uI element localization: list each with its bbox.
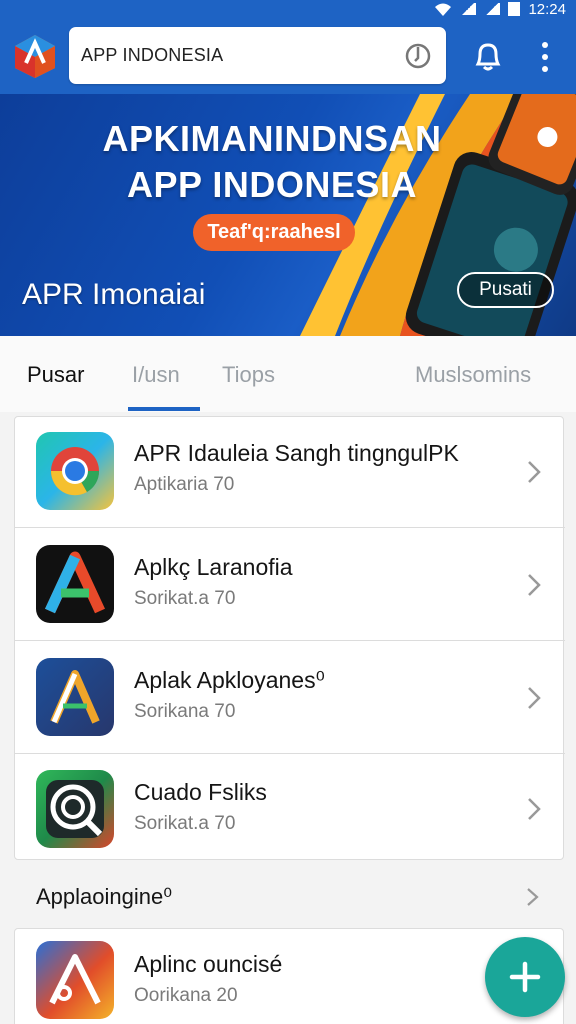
list-item[interactable]: Aplkç Laranofia Sorikat.a 70	[15, 528, 565, 641]
bell-icon[interactable]	[470, 38, 506, 74]
app-subtitle: Aptikaria 70	[134, 474, 235, 495]
search-icon[interactable]	[398, 36, 438, 76]
app-list: Aplinc ouncisé Oorikana 20	[14, 928, 564, 1024]
app-subtitle: Oorikana 20	[134, 985, 238, 1006]
add-button[interactable]	[485, 937, 565, 1017]
app-list: APR Idauleia Sangh tingngulPK Aptikaria …	[14, 416, 565, 861]
section-title: Applaoingine⁰	[36, 884, 173, 909]
section-header[interactable]: Applaoingine⁰	[0, 868, 576, 924]
chevron-right-icon	[528, 574, 541, 596]
banner-title-line2: APP INDONESIA	[127, 164, 417, 205]
banner-button[interactable]: Pusati	[457, 272, 554, 308]
app-logo[interactable]	[13, 33, 57, 79]
app-subtitle: Sorikana 70	[134, 701, 236, 722]
signal-icon	[484, 3, 501, 15]
list-item[interactable]: APR Idauleia Sangh tingngulPK Aptikaria …	[15, 417, 565, 528]
kebab-menu-icon[interactable]	[537, 42, 553, 72]
tab-muslsomins[interactable]: Muslsomins	[415, 362, 531, 388]
app-title: Aplinc ouncisé	[134, 951, 283, 977]
banner-subtitle: APR Imonaiai	[22, 278, 206, 311]
chevron-right-icon	[528, 798, 541, 820]
search-input[interactable]: APP INDONESIA	[81, 45, 398, 66]
status-bar: 12:24	[434, 0, 566, 18]
chevron-right-icon	[528, 461, 541, 483]
app-title: Cuado Fsliks	[134, 779, 267, 805]
app-title: APR Idauleia Sangh tingngulPK	[134, 440, 459, 466]
battery-icon	[508, 2, 521, 16]
search-bar[interactable]: APP INDONESIA	[69, 27, 446, 84]
tab-bar: Pusar I/usn Tiops Muslsomins	[0, 336, 576, 412]
clock: 12:24	[528, 0, 566, 18]
chevron-right-icon	[527, 888, 539, 906]
tab-tiops[interactable]: Tiops	[222, 362, 275, 388]
tab-indicator	[128, 407, 200, 411]
tab-iusn[interactable]: I/usn	[132, 362, 180, 388]
app-bar: 12:24 APP INDONESIA	[0, 0, 576, 94]
plus-icon	[509, 961, 541, 993]
wifi-icon	[435, 3, 452, 16]
letter-a-app-icon	[36, 658, 114, 736]
letter-a-app-icon	[36, 941, 114, 1019]
banner-title-line1: APKIMANINDNSAN	[102, 118, 442, 159]
app-subtitle: Sorikat.a 70	[134, 588, 236, 609]
app-subtitle: Sorikat.a 70	[134, 813, 236, 834]
list-item[interactable]: Cuado Fsliks Sorikat.a 70	[15, 754, 565, 861]
promo-banner[interactable]: APKIMANINDNSAN APP INDONESIA Teaf'q:raah…	[0, 94, 576, 336]
banner-cta-pill[interactable]: Teaf'q:raahesl	[193, 214, 355, 251]
app-title: Aplkç Laranofia	[134, 554, 293, 580]
list-item[interactable]: Aplak Apkloyanes⁰ Sorikana 70	[15, 641, 565, 754]
chrome-style-app-icon	[36, 432, 114, 510]
lens-app-icon	[36, 770, 114, 848]
list-item[interactable]: Aplinc ouncisé Oorikana 20	[15, 929, 565, 1024]
chevron-right-icon	[528, 687, 541, 709]
app-title: Aplak Apkloyanes⁰	[134, 667, 325, 693]
signal-icon	[460, 3, 477, 15]
letter-a-app-icon	[36, 545, 114, 623]
tab-pusar[interactable]: Pusar	[27, 362, 84, 388]
